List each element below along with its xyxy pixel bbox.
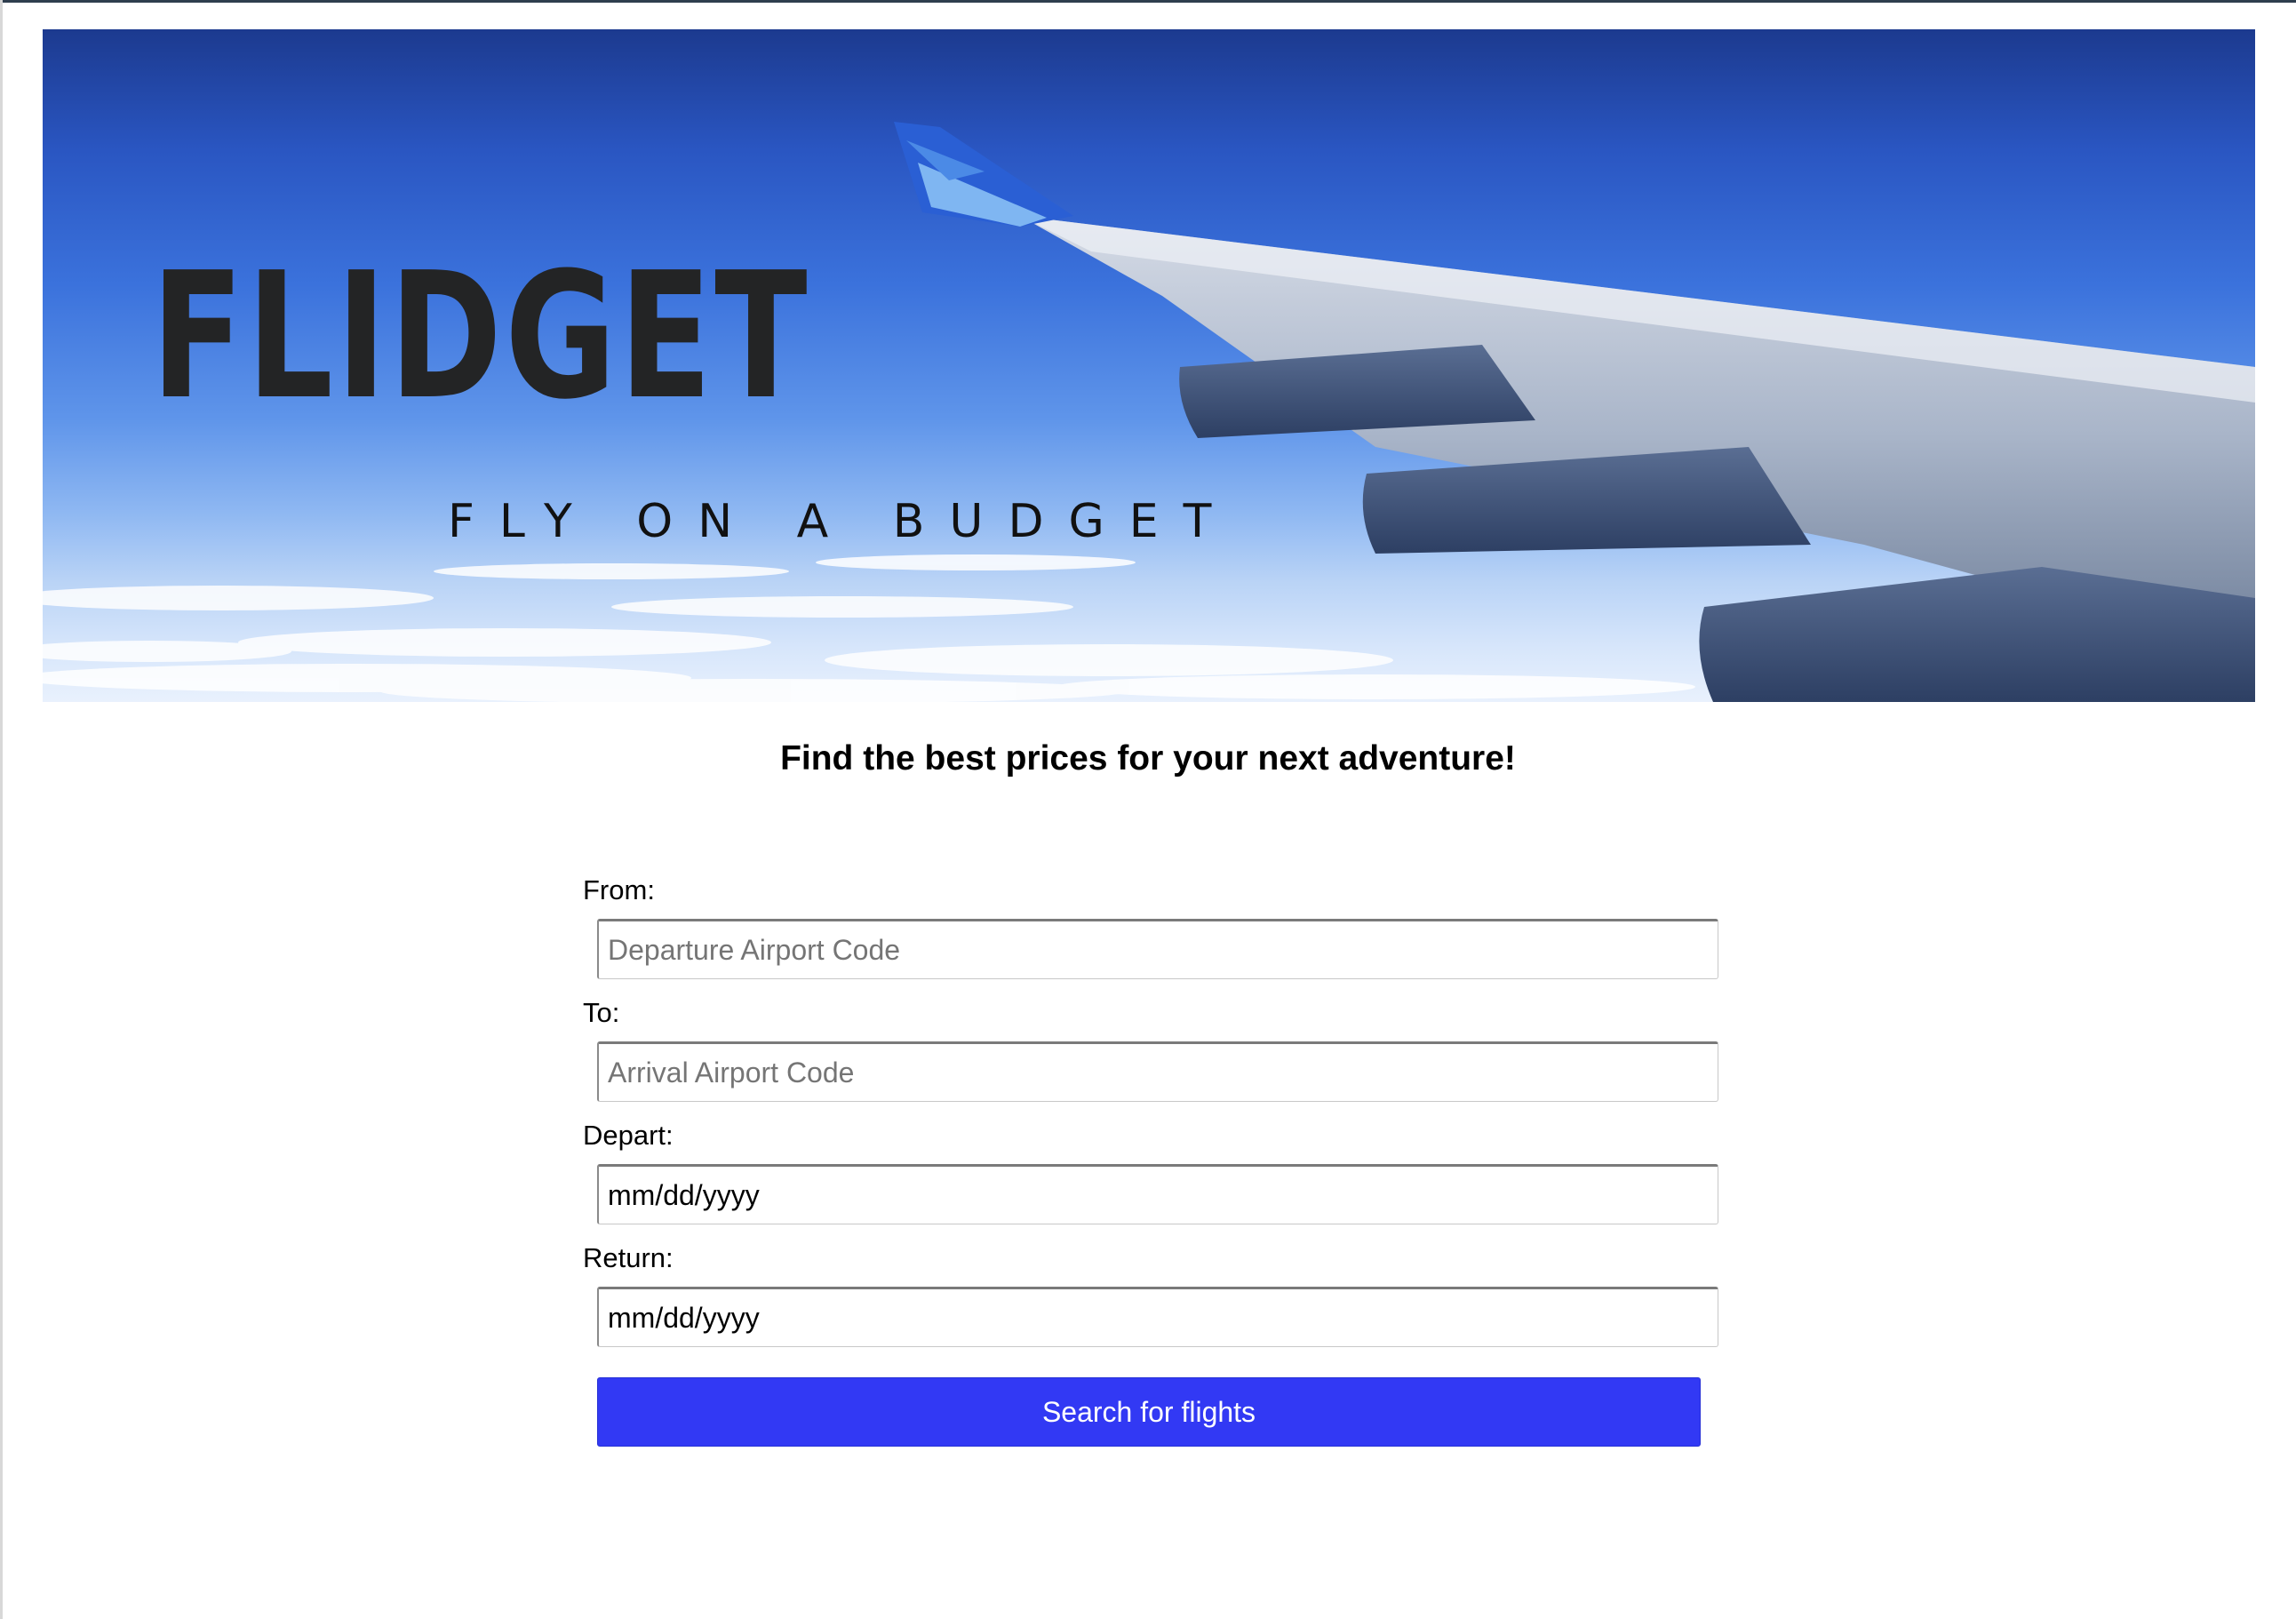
flight-search-form: From: To: Depart: Return: Search for fli… bbox=[583, 873, 1720, 1447]
return-label: Return: bbox=[583, 1242, 674, 1273]
window-top-border bbox=[0, 0, 2296, 3]
to-input[interactable] bbox=[597, 1041, 1718, 1102]
hero-banner: FLIDGET FLY ON A BUDGET bbox=[43, 29, 2255, 702]
page-headline: Find the best prices for your next adven… bbox=[780, 739, 1516, 778]
brand-tagline: FLY ON A BUDGET bbox=[448, 495, 1237, 548]
cloud-layer bbox=[43, 554, 1695, 702]
search-flights-button[interactable]: Search for flights bbox=[597, 1377, 1701, 1447]
depart-date-input[interactable] bbox=[597, 1164, 1718, 1224]
depart-label: Depart: bbox=[583, 1120, 674, 1151]
from-input[interactable] bbox=[597, 919, 1718, 979]
brand-logo-title: FLIDGET bbox=[151, 235, 810, 438]
window-left-border bbox=[0, 0, 3, 1619]
flap-fairing bbox=[1699, 567, 2255, 702]
return-date-input[interactable] bbox=[597, 1287, 1718, 1347]
from-label: From: bbox=[583, 874, 655, 905]
flap-fairing bbox=[1362, 447, 1811, 554]
to-label: To: bbox=[583, 997, 620, 1028]
